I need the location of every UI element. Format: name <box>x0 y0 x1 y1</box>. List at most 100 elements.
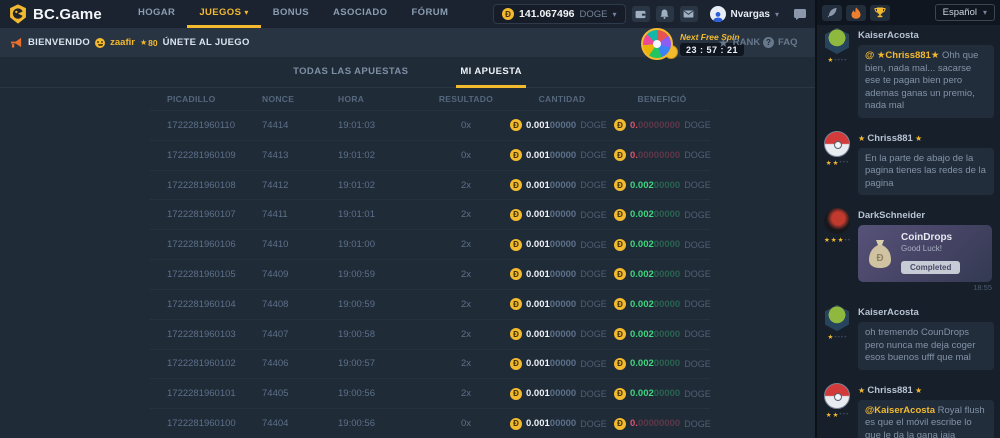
avatar[interactable] <box>824 131 850 157</box>
nav-item-hogar[interactable]: HOGAR <box>126 0 187 28</box>
doge-coin-icon: Đ <box>510 119 522 131</box>
wallet-button[interactable] <box>632 6 650 22</box>
table-row[interactable]: 17222819601037440719:00:582xĐ0.00100000D… <box>150 319 710 349</box>
chat-message-left: ★★••• <box>823 383 851 438</box>
coindrops-completed-button[interactable]: Completed <box>901 261 960 274</box>
table-row[interactable]: 17222819601047440819:00:592xĐ0.00100000D… <box>150 289 710 319</box>
avatar[interactable] <box>824 208 850 234</box>
time-cell: 19:00:56 <box>338 418 422 429</box>
table-row[interactable]: 17222819601067441019:01:002xĐ0.00100000D… <box>150 229 710 259</box>
amount-cell: Đ0.00100000DOGE <box>510 268 614 280</box>
chat-bubble[interactable]: @ ★Chriss881★ Ohh que bien, nada mal... … <box>858 45 994 118</box>
user-menu[interactable]: Nvargas ▾ <box>710 6 779 22</box>
tab-mi-apuesta[interactable]: MI APUESTA <box>456 57 526 88</box>
rank-button[interactable]: ★ RANK <box>718 37 760 49</box>
chat-username[interactable]: ★ Chriss881 ★ <box>858 385 994 396</box>
amount-cell: Đ0.00100000DOGE <box>510 388 614 400</box>
user-star-rating: ★•••• <box>828 56 847 64</box>
column-header: BENEFICIÓ <box>614 94 710 104</box>
amount-text: 0.00100000 <box>526 358 576 369</box>
banner-welcome-label: BIENVENIDO <box>28 37 90 48</box>
chat-username[interactable]: ★ Chriss881 ★ <box>858 133 994 144</box>
amount-text: 0.00100000 <box>526 150 576 161</box>
nav-item-juegos[interactable]: JUEGOS▾ <box>187 0 260 28</box>
column-header: CANTIDAD <box>510 94 614 104</box>
faq-button[interactable]: ? FAQ <box>763 37 798 48</box>
star-icon: ★ <box>828 56 834 64</box>
nonce-cell: 74404 <box>262 418 338 429</box>
messages-button[interactable] <box>680 6 698 22</box>
mention-link[interactable]: @ ★Chriss881★ <box>865 50 942 61</box>
chat-bubble[interactable]: @KaiserAcosta Royal flush es que el móvi… <box>858 400 994 438</box>
medal-icon: ★ <box>140 38 147 47</box>
profit-cell: Đ0.00200000DOGE <box>614 358 710 370</box>
table-row[interactable]: 17222819601077441119:01:012xĐ0.00100000D… <box>150 199 710 229</box>
table-row[interactable]: 17222819601087441219:01:022xĐ0.00100000D… <box>150 170 710 200</box>
chat-message-left: ★★••• <box>823 131 851 200</box>
currency-label: DOGE <box>580 329 607 339</box>
amount-dim-text: 00000 <box>550 150 576 161</box>
amount-dim-text: 00000 <box>550 180 576 191</box>
chat-username[interactable]: DarkSchneider <box>858 210 994 221</box>
nav-item-asociado[interactable]: ASOCIADO <box>321 0 399 28</box>
time-cell: 19:00:56 <box>338 388 422 399</box>
table-row[interactable]: 17222819601057440919:00:592xĐ0.00100000D… <box>150 259 710 289</box>
avatar[interactable] <box>824 383 850 409</box>
banner-player-name[interactable]: zaafir <box>110 37 135 48</box>
chat-username[interactable]: KaiserAcosta <box>858 307 994 318</box>
tab-todas-las-apuestas[interactable]: TODAS LAS APUESTAS <box>289 57 412 88</box>
balance-selector[interactable]: Đ 141.067496 DOGE ▾ <box>493 4 625 24</box>
star-icon: ★ <box>828 333 834 341</box>
currency-label: DOGE <box>580 180 607 190</box>
nav-item-label: ASOCIADO <box>333 7 387 18</box>
dot-icon: • <box>841 57 843 64</box>
mention-link[interactable]: @KaiserAcosta <box>865 405 938 416</box>
hash-cell: 1722281960106 <box>150 239 262 250</box>
dot-icon: • <box>846 411 848 418</box>
money-value: Đ0.00000000DOGE <box>614 418 710 430</box>
user-star-rating: ★•••• <box>828 333 847 341</box>
brand-logo[interactable]: BC.Game <box>8 4 102 24</box>
currency-label: DOGE <box>580 210 607 220</box>
nav-item-frum[interactable]: FÓRUM <box>399 0 460 28</box>
result-cell: 2x <box>422 329 510 340</box>
avatar[interactable] <box>824 28 850 54</box>
amount-dim-text: 00000 <box>654 180 680 191</box>
doge-coin-icon: Đ <box>510 149 522 161</box>
chat-message-list[interactable]: ★ • • • • KaiserAcosta @ ★Chriss881★ Ohh que b… <box>817 19 1000 438</box>
nonce-cell: 74407 <box>262 329 338 340</box>
table-row[interactable]: 17222819601017440519:00:562xĐ0.00100000D… <box>150 378 710 408</box>
faq-label: FAQ <box>778 37 798 48</box>
chat-username[interactable]: KaiserAcosta <box>858 30 994 41</box>
star-icon: ★ <box>858 134 867 143</box>
chat-toggle-button[interactable] <box>793 8 807 20</box>
chat-bubble[interactable]: oh tremendo CounDrops pero nunca me deja… <box>858 322 994 370</box>
chat-message-body: KaiserAcosta oh tremendo CounDrops pero n… <box>858 305 994 374</box>
amount-dim-text: 00000 <box>550 418 576 429</box>
money-value: Đ0.00100000DOGE <box>510 418 614 430</box>
avatar[interactable] <box>824 305 850 331</box>
welcome-message: BIENVENIDO zaafir ★80 ÚNETE AL JUEGO <box>10 37 250 49</box>
dot-icon: • <box>841 334 843 341</box>
dot-icon: • <box>843 159 845 166</box>
coindrops-card[interactable]: ĐCoinDropsGood Luck!Completed <box>858 225 992 282</box>
table-row[interactable]: 17222819601097441319:01:020xĐ0.00100000D… <box>150 140 710 170</box>
chat-bubble-text: oh tremendo CounDrops pero nunca me deja… <box>865 327 975 363</box>
nav-item-bonus[interactable]: BONUS <box>261 0 321 28</box>
chat-message: ★★••• ★ Chriss881 ★ En la parte de abajo d… <box>823 131 994 200</box>
table-row[interactable]: 17222819601007440419:00:560xĐ0.00100000D… <box>150 408 710 438</box>
currency-label: DOGE <box>580 269 607 279</box>
bets-table-body: 17222819601107441419:01:030xĐ0.00100000D… <box>150 110 710 438</box>
money-value: Đ0.00200000DOGE <box>614 179 710 191</box>
chat-bubble[interactable]: En la parte de abajo de la pagina tienes… <box>858 148 994 196</box>
amount-cell: Đ0.00100000DOGE <box>510 209 614 221</box>
money-value: Đ0.00000000DOGE <box>614 119 710 131</box>
result-cell: 2x <box>422 299 510 310</box>
doge-coin-icon: Đ <box>614 209 626 221</box>
table-row[interactable]: 17222819601107441419:01:030xĐ0.00100000D… <box>150 110 710 140</box>
amount-dim-text: 00000 <box>550 239 576 250</box>
dot-icon: • <box>843 411 845 418</box>
notifications-button[interactable] <box>656 6 674 22</box>
table-row[interactable]: 17222819601027440619:00:572xĐ0.00100000D… <box>150 349 710 379</box>
chat-username-text: Chriss881 <box>867 133 912 144</box>
